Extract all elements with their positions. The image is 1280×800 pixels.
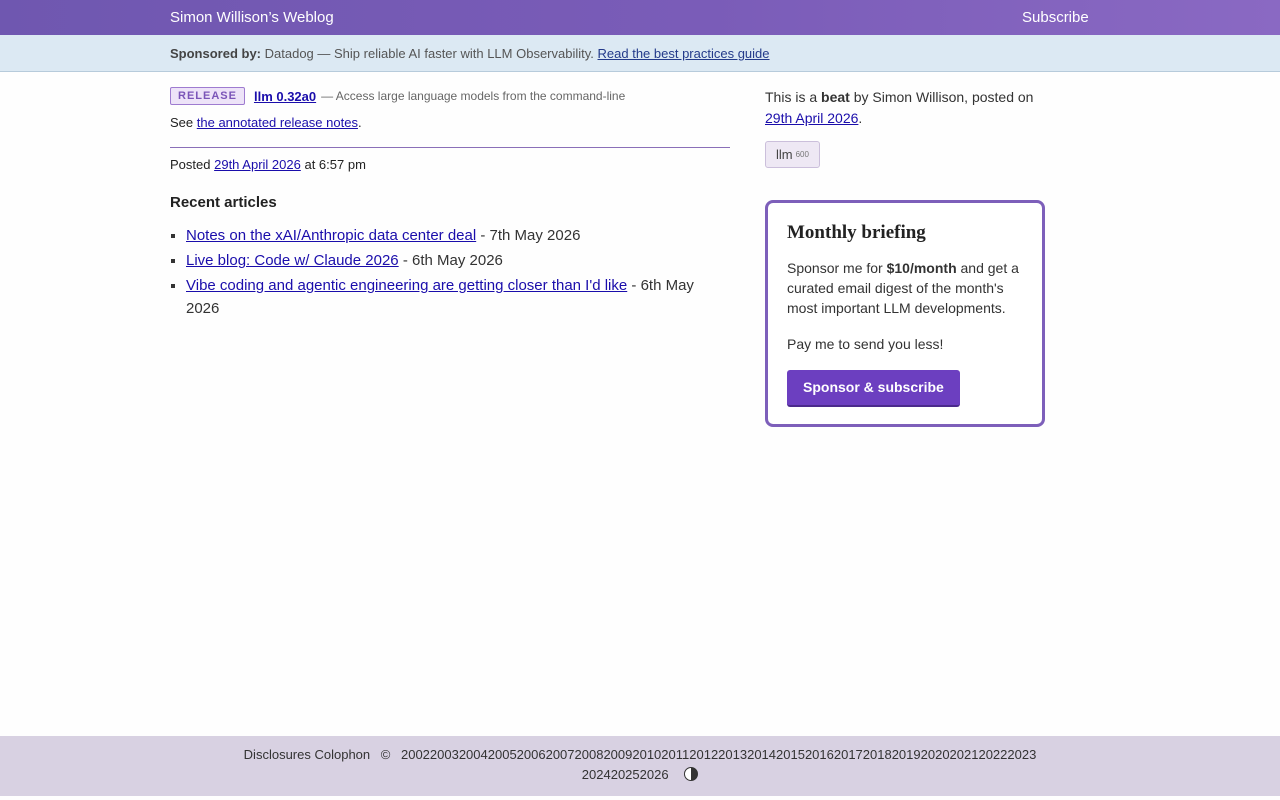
beat-description: This is a beat by Simon Willison, posted… [765, 87, 1045, 129]
divider [170, 147, 730, 148]
posted-date-link[interactable]: 29th April 2026 [214, 157, 301, 172]
release-notes-link[interactable]: the annotated release notes [197, 115, 358, 130]
posted-prefix: Posted [170, 157, 211, 172]
sponsor-text: Datadog — Ship reliable AI faster with L… [264, 46, 594, 61]
beat-end: . [858, 110, 863, 126]
year-link-2020[interactable]: 2020 [921, 747, 950, 762]
see-suffix: . [357, 115, 362, 130]
recent-articles-list: Notes on the xAI/Anthropic data center d… [170, 224, 730, 320]
footer-years-row-2: 202420252026 [582, 767, 669, 782]
year-link-2003[interactable]: 2003 [430, 747, 459, 762]
release-name-link[interactable]: llm 0.32a0 [254, 89, 316, 104]
sponsor-banner: Sponsored by: Datadog — Ship reliable AI… [0, 35, 1280, 72]
year-link-2018[interactable]: 2018 [863, 747, 892, 762]
year-link-2002[interactable]: 2002 [401, 747, 430, 762]
year-link-2019[interactable]: 2019 [892, 747, 921, 762]
year-link-2021[interactable]: 2021 [950, 747, 979, 762]
year-link-2005[interactable]: 2005 [488, 747, 517, 762]
tag-llm-chip[interactable]: llm 600 [765, 141, 820, 168]
year-link-2015[interactable]: 2015 [776, 747, 805, 762]
year-link-2004[interactable]: 2004 [459, 747, 488, 762]
footer-years-row-1: 2002200320042005200620072008200920102011… [401, 747, 1036, 762]
list-item: Live blog: Code w/ Claude 2026 - 6th May… [186, 249, 730, 272]
tag-name: llm [776, 147, 793, 162]
colophon-link[interactable]: Colophon [314, 747, 370, 762]
article-link[interactable]: Notes on the xAI/Anthropic data center d… [186, 227, 476, 244]
release-notes-line: See the annotated release notes. [170, 114, 730, 131]
release-description: — Access large language models from the … [321, 89, 626, 103]
article-date: - 7th May 2026 [480, 227, 581, 244]
recent-articles-heading: Recent articles [170, 194, 277, 211]
sponsor-link[interactable]: Read the best practices guide [598, 46, 770, 61]
top-navigation-bar: Simon Willison’s Weblog Subscribe [0, 0, 1280, 35]
footer-row-1: Disclosures Colophon © 20022003200420052… [0, 747, 1280, 763]
sidebar: This is a beat by Simon Willison, posted… [765, 87, 1045, 427]
briefing-text-2: Pay me to send you less! [787, 336, 944, 352]
year-link-2010[interactable]: 2010 [632, 747, 661, 762]
year-link-2016[interactable]: 2016 [805, 747, 834, 762]
posted-line: Posted 29th April 2026 at 6:57 pm [170, 157, 730, 173]
beat-suffix: by Simon Willison, posted on [853, 89, 1034, 105]
copyright-symbol: © [380, 747, 391, 762]
briefing-price: $10/month [886, 260, 957, 276]
briefing-text-prefix: Sponsor me for [787, 260, 883, 276]
year-link-2007[interactable]: 2007 [546, 747, 575, 762]
posted-time: at 6:57 pm [304, 157, 366, 172]
main-content: RELEASE llm 0.32a0 — Access large langua… [170, 86, 730, 322]
release-header: RELEASE llm 0.32a0 — Access large langua… [170, 86, 730, 106]
footer-row-2: 202420252026 [0, 767, 1280, 783]
footer: Disclosures Colophon © 20022003200420052… [0, 736, 1280, 796]
year-link-2012[interactable]: 2012 [689, 747, 718, 762]
year-link-2023[interactable]: 2023 [1007, 747, 1036, 762]
beat-word: beat [821, 89, 850, 105]
year-link-2009[interactable]: 2009 [603, 747, 632, 762]
year-link-2024[interactable]: 2024 [582, 767, 611, 782]
monthly-briefing-box: Monthly briefing Sponsor me for $10/mont… [765, 200, 1045, 427]
see-prefix: See [170, 115, 194, 130]
year-link-2017[interactable]: 2017 [834, 747, 863, 762]
sponsor-subscribe-button[interactable]: Sponsor & subscribe [787, 370, 960, 407]
list-item: Vibe coding and agentic engineering are … [186, 274, 730, 320]
year-link-2008[interactable]: 2008 [575, 747, 604, 762]
year-link-2006[interactable]: 2006 [517, 747, 546, 762]
release-badge: RELEASE [170, 87, 245, 105]
beat-prefix: This is a [765, 89, 818, 105]
disclosures-link[interactable]: Disclosures [244, 747, 311, 762]
list-item: Notes on the xAI/Anthropic data center d… [186, 224, 730, 247]
contrast-toggle-icon[interactable] [684, 767, 699, 781]
article-link[interactable]: Live blog: Code w/ Claude 2026 [186, 252, 399, 269]
tag-count: 600 [795, 150, 809, 159]
sponsor-label: Sponsored by: [170, 46, 262, 61]
subscribe-link[interactable]: Subscribe [1022, 9, 1089, 26]
year-link-2022[interactable]: 2022 [978, 747, 1007, 762]
year-link-2026[interactable]: 2026 [640, 767, 669, 782]
beat-date-link[interactable]: 29th April 2026 [765, 110, 858, 126]
briefing-text: Sponsor me for $10/month and get a curat… [787, 258, 1023, 318]
site-title-link[interactable]: Simon Willison’s Weblog [170, 9, 334, 26]
article-link[interactable]: Vibe coding and agentic engineering are … [186, 277, 627, 294]
article-date: - 6th May 2026 [402, 252, 503, 269]
year-link-2025[interactable]: 2025 [611, 767, 640, 782]
year-link-2011[interactable]: 2011 [661, 747, 689, 762]
year-link-2014[interactable]: 2014 [747, 747, 776, 762]
year-link-2013[interactable]: 2013 [718, 747, 747, 762]
briefing-title: Monthly briefing [787, 222, 926, 243]
